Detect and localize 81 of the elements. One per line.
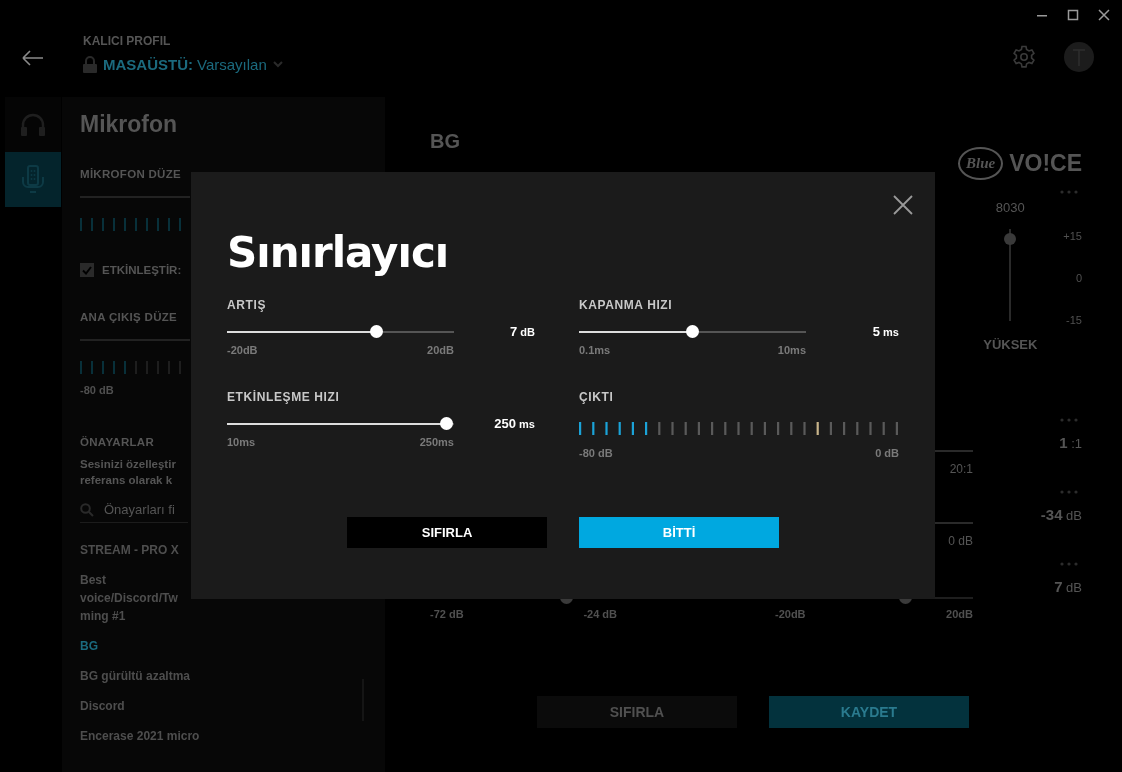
logo-text: VO!CE [1009, 150, 1082, 177]
range-label: -20dB [775, 608, 806, 620]
value-readout: 1 :1 [1059, 434, 1082, 451]
control-label: KAPANMA HIZI [579, 298, 674, 312]
reset-button[interactable]: SIFIRLA [537, 696, 737, 728]
section-label: ANA ÇIKIŞ DÜZE [80, 311, 178, 323]
range-label: 20dB [427, 344, 454, 356]
maximize-icon[interactable] [1067, 9, 1079, 21]
range-label: 20:1 [949, 462, 973, 476]
description-text: referans olarak k [80, 473, 173, 488]
profile-label: KALICI PROFIL [83, 34, 172, 48]
back-arrow-icon[interactable] [21, 50, 44, 66]
value-readout: 7 dB [510, 324, 535, 339]
preset-item[interactable]: Discord [80, 697, 125, 715]
logo-badge: Blue [957, 147, 1004, 180]
lock-icon [83, 56, 97, 73]
range-label: 0 dB [948, 534, 973, 548]
check-icon [82, 265, 92, 275]
slider-track[interactable] [227, 325, 454, 338]
slider-thumb[interactable] [1004, 233, 1017, 246]
value-readout: 7 dB [1054, 578, 1082, 595]
preset-item[interactable]: Encerase 2021 micro [80, 727, 200, 745]
control-label: ARTIŞ [227, 298, 267, 312]
band-frequency: 8030 [995, 200, 1025, 215]
preset-item[interactable]: STREAM - PRO X [80, 541, 179, 559]
search-field[interactable]: Önayarları fi [80, 502, 188, 523]
scale-label: -15 [1066, 314, 1082, 326]
more-icon[interactable] [1060, 490, 1078, 494]
section-label: MİKROFON DÜZE [80, 168, 181, 180]
value-readout: 250 ms [494, 416, 535, 431]
panel-title: Mikrofon [80, 111, 178, 138]
close-icon[interactable] [893, 195, 913, 215]
avatar-icon[interactable] [1064, 42, 1094, 72]
search-icon [80, 502, 94, 517]
scale-label: 0 [1075, 272, 1082, 284]
value-readout: 5 ms [872, 324, 899, 339]
slider-thumb[interactable] [439, 417, 453, 430]
range-label: 0 dB [875, 447, 899, 459]
preset-item[interactable]: BG gürültü azaltma [80, 667, 190, 685]
reset-button[interactable]: SIFIRLA [347, 517, 547, 548]
control-label: ÇIKTI [579, 390, 615, 404]
settings-icon[interactable] [1012, 45, 1036, 69]
range-label: 20dB [946, 608, 973, 620]
scale-label: +15 [1063, 230, 1082, 242]
preset-item[interactable]: BG [80, 637, 98, 655]
slider-track[interactable] [227, 417, 454, 430]
range-label: -20dB [227, 344, 258, 356]
chevron-down-icon[interactable] [272, 61, 283, 68]
headphones-icon [20, 112, 46, 137]
checkbox-label: ETKİNLEŞTİR: [102, 264, 182, 276]
dialog-title: Sınırlayıcı [227, 228, 450, 278]
section-label: ÖNAYARLAR [80, 436, 155, 448]
preset-title: BG [430, 130, 460, 153]
slider-track[interactable] [579, 325, 806, 338]
more-icon[interactable] [1060, 562, 1078, 566]
microphone-icon [21, 164, 45, 195]
close-icon[interactable] [1098, 9, 1110, 21]
value-readout: -34 dB [1040, 506, 1082, 523]
slider-thumb[interactable] [686, 325, 699, 338]
more-icon[interactable] [1060, 418, 1078, 422]
range-label: -80 dB [579, 447, 613, 459]
save-button[interactable]: KAYDET [769, 696, 969, 728]
checkbox[interactable] [80, 263, 94, 277]
description-text: Sesinizi özelleştir [80, 457, 176, 472]
profile-prefix[interactable]: MASAÜSTÜ: [103, 56, 193, 73]
control-label: ETKİNLEŞME HIZI [227, 390, 341, 404]
done-button[interactable]: BİTTİ [579, 517, 779, 548]
more-icon[interactable] [1060, 190, 1078, 194]
range-label: -72 dB [430, 608, 464, 620]
nav-tab[interactable] [5, 97, 61, 152]
profile-name[interactable]: Varsayılan [197, 56, 267, 73]
preset-item[interactable]: Best voice/Discord/Tw ming #1 [80, 571, 178, 625]
slider-thumb[interactable] [370, 325, 384, 338]
meter-min-label: -80 dB [80, 384, 114, 396]
nav-tab[interactable] [5, 152, 61, 207]
range-label: 0.1ms [579, 344, 611, 356]
range-label: -24 dB [583, 608, 617, 620]
range-label: 10ms [777, 344, 806, 356]
range-label: 10ms [227, 436, 256, 448]
range-label: 250ms [419, 436, 454, 448]
band-label: YÜKSEK [983, 337, 1038, 352]
